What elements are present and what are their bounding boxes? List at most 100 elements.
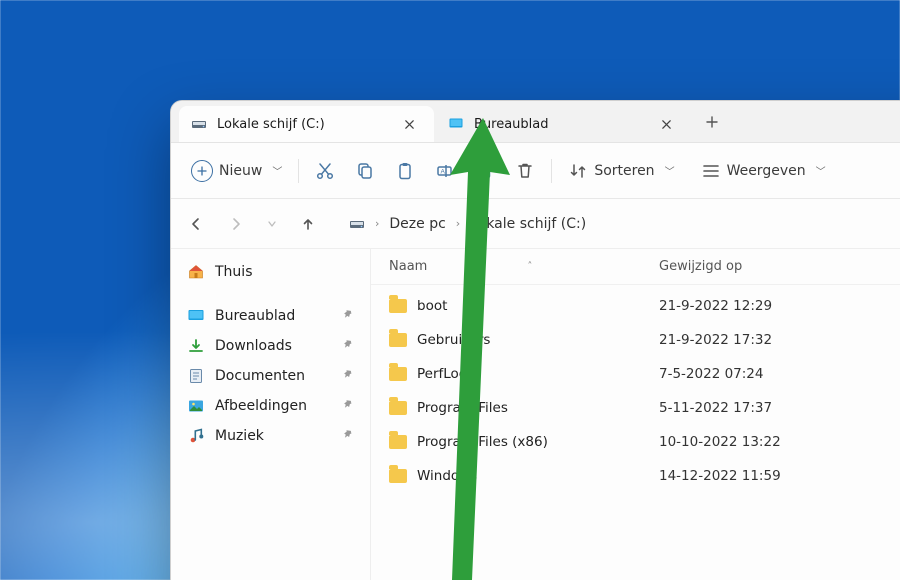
file-name: Gebruikers — [417, 332, 490, 348]
nav-forward-button[interactable] — [225, 213, 247, 235]
sidebar-item-label: Afbeeldingen — [215, 398, 307, 414]
breadcrumb-item[interactable]: Deze pc — [389, 216, 445, 232]
file-date: 10-10-2022 13:22 — [659, 434, 900, 450]
rename-button[interactable]: A — [425, 155, 465, 187]
share-button[interactable] — [465, 155, 505, 187]
table-row[interactable]: Gebruikers 21-9-2022 17:32 — [371, 323, 900, 357]
sidebar-item-label: Documenten — [215, 368, 305, 384]
nav-back-button[interactable] — [185, 213, 207, 235]
sort-asc-icon: ˄ — [527, 261, 532, 272]
sidebar-item-desktop[interactable]: Bureaublad — [181, 301, 360, 331]
music-icon — [187, 427, 205, 445]
new-tab-button[interactable] — [695, 107, 729, 137]
sidebar-item-label: Thuis — [215, 264, 252, 280]
folder-icon — [389, 333, 407, 347]
file-list-pane: Naam ˄ Gewijzigd op boot 21-9-2022 12:29 G… — [371, 249, 900, 580]
sidebar-item-label: Muziek — [215, 428, 264, 444]
separator — [298, 159, 299, 183]
clipboard-icon — [395, 161, 415, 181]
table-row[interactable]: Windows 14-12-2022 11:59 — [371, 459, 900, 493]
navigation-pane: Thuis Bureaublad Downloads Documenten Afbee… — [171, 249, 371, 580]
file-rows: boot 21-9-2022 12:29 Gebruikers 21-9-2022 1… — [371, 285, 900, 580]
downloads-icon — [187, 337, 205, 355]
desktop-icon — [187, 307, 205, 325]
file-date: 21-9-2022 17:32 — [659, 332, 900, 348]
nav-recent-chevron[interactable] — [265, 213, 279, 235]
file-date: 14-12-2022 11:59 — [659, 468, 900, 484]
folder-icon — [389, 435, 407, 449]
explorer-body: Thuis Bureaublad Downloads Documenten Afbee… — [171, 249, 900, 580]
sort-icon — [568, 161, 588, 181]
tab-bar: Lokale schijf (C:) Bureaublad — [171, 101, 900, 143]
sidebar-item-music[interactable]: Muziek — [181, 421, 360, 451]
file-name: PerfLogs — [417, 366, 474, 382]
file-name: boot — [417, 298, 447, 314]
pin-icon — [342, 399, 354, 414]
pin-icon — [342, 309, 354, 324]
file-date: 7-5-2022 07:24 — [659, 366, 900, 382]
copy-button[interactable] — [345, 155, 385, 187]
address-bar-row: › Deze pc › Lokale schijf (C:) — [171, 199, 900, 249]
file-name: Windows — [417, 468, 477, 484]
home-icon — [187, 263, 205, 281]
drive-icon — [349, 216, 365, 232]
tab-local-disk[interactable]: Lokale schijf (C:) — [179, 106, 434, 142]
chevron-right-icon: › — [456, 217, 460, 230]
hamburger-icon — [701, 161, 721, 181]
sort-button-label: Sorteren — [594, 163, 654, 179]
table-row[interactable]: boot 21-9-2022 12:29 — [371, 289, 900, 323]
pin-icon — [342, 369, 354, 384]
paste-button[interactable] — [385, 155, 425, 187]
breadcrumb[interactable]: › Deze pc › Lokale schijf (C:) — [349, 216, 586, 232]
file-name: Program Files — [417, 400, 508, 416]
svg-text:A: A — [441, 168, 446, 175]
sidebar-item-documents[interactable]: Documenten — [181, 361, 360, 391]
delete-button[interactable] — [505, 155, 545, 187]
table-row[interactable]: PerfLogs 7-5-2022 07:24 — [371, 357, 900, 391]
tab-label: Lokale schijf (C:) — [217, 117, 386, 132]
sidebar-item-downloads[interactable]: Downloads — [181, 331, 360, 361]
folder-icon — [389, 469, 407, 483]
sidebar-item-pictures[interactable]: Afbeeldingen — [181, 391, 360, 421]
tab-label: Bureaublad — [474, 117, 643, 132]
folder-icon — [389, 367, 407, 381]
chevron-down-icon: ﹀ — [665, 163, 675, 178]
cut-button[interactable] — [305, 155, 345, 187]
new-button[interactable]: Nieuw ﹀ — [181, 154, 292, 188]
chevron-down-icon: ﹀ — [272, 163, 282, 178]
desktop-icon — [448, 116, 464, 132]
view-button[interactable]: Weergeven ﹀ — [691, 155, 836, 187]
documents-icon — [187, 367, 205, 385]
nav-up-button[interactable] — [297, 213, 319, 235]
table-row[interactable]: Program Files 5-11-2022 17:37 — [371, 391, 900, 425]
plus-circle-icon — [191, 160, 213, 182]
explorer-window: Lokale schijf (C:) Bureaublad Nieuw ﹀ — [170, 100, 900, 580]
share-icon — [475, 161, 495, 181]
drive-icon — [191, 116, 207, 132]
file-name: Program Files (x86) — [417, 434, 548, 450]
folder-icon — [389, 401, 407, 415]
table-row[interactable]: Program Files (x86) 10-10-2022 13:22 — [371, 425, 900, 459]
column-name-header[interactable]: Naam — [389, 259, 427, 274]
close-tab-button[interactable] — [396, 111, 422, 137]
tab-desktop[interactable]: Bureaublad — [436, 106, 691, 142]
file-date: 5-11-2022 17:37 — [659, 400, 900, 416]
pin-icon — [342, 429, 354, 444]
command-bar: Nieuw ﹀ A — [171, 143, 900, 199]
rename-icon: A — [435, 161, 455, 181]
column-modified-header[interactable]: Gewijzigd op — [659, 259, 900, 274]
view-button-label: Weergeven — [727, 163, 806, 179]
sort-button[interactable]: Sorteren ﹀ — [558, 155, 684, 187]
sidebar-item-home[interactable]: Thuis — [181, 257, 360, 287]
sidebar-item-label: Downloads — [215, 338, 292, 354]
separator — [551, 159, 552, 183]
breadcrumb-item[interactable]: Lokale schijf (C:) — [470, 216, 586, 232]
sidebar-item-label: Bureaublad — [215, 308, 295, 324]
chevron-right-icon: › — [375, 217, 379, 230]
folder-icon — [389, 299, 407, 313]
pin-icon — [342, 339, 354, 354]
copy-icon — [355, 161, 375, 181]
close-tab-button[interactable] — [653, 111, 679, 137]
file-date: 21-9-2022 12:29 — [659, 298, 900, 314]
chevron-down-icon: ﹀ — [816, 163, 826, 178]
